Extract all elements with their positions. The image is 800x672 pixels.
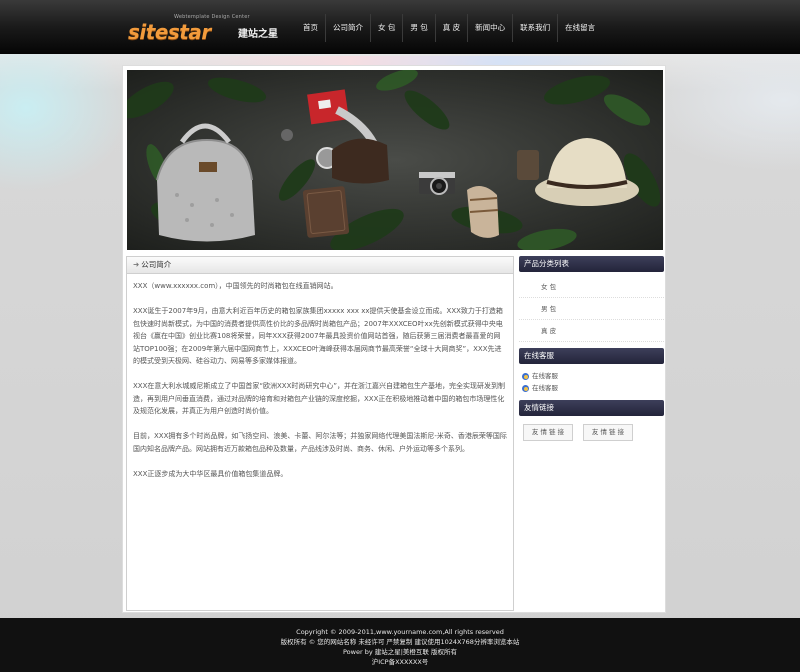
arrow-right-icon: ➜ [133,260,140,269]
sidebar: 产品分类列表 女 包 男 包 真 皮 在线客服 在线客服 在线客服 友情链接 友… [519,256,664,441]
footer-icp: 沪ICP备XXXXXX号 [371,658,429,666]
online-service-list: 在线客服 在线客服 [519,364,664,400]
site-logo[interactable]: Webtemplate Design Center sitestar 建站之星 [128,14,288,44]
footer-rights: 版权所有 © 您的网站名称 未经许可 严禁复制 建议使用1024X768分辨率浏… [280,638,520,646]
online-service-item[interactable]: 在线客服 [521,370,664,382]
company-intro-header: ➜ 公司简介 [127,257,513,274]
main-nav: 首页 公司简介 女 包 男 包 真 皮 新闻中心 联系我们 在线留言 [296,14,602,42]
article-paragraph: XXX诞生于2007年9月，由意大利近百年历史的箱包家族集团xxxxx xxx … [133,307,503,365]
category-item-leather[interactable]: 真 皮 [519,320,664,342]
qq-icon [521,372,530,381]
logo-chinese-name: 建站之星 [238,29,278,40]
company-intro-article: XXX（www.xxxxxx.com），中国领先的时尚箱包在线直销网站。 XXX… [127,274,513,480]
category-item-women-bags[interactable]: 女 包 [519,276,664,298]
product-categories-header: 产品分类列表 [519,256,664,272]
nav-item-news[interactable]: 新闻中心 [467,14,512,42]
article-paragraph: 目前，XXX拥有多个时尚品牌，如飞扬空间、浪美、卡蕾、阿尔法等；并独家网络代理美… [133,432,507,453]
main-container: ➜ 公司简介 XXX（www.xxxxxx.com），中国领先的时尚箱包在线直销网… [122,65,666,613]
article-paragraph: XXX在意大利水城威尼斯成立了中国首家“欧洲XXX时尚研究中心”，并在浙江嘉兴自… [133,382,506,415]
background-glow-left [0,52,130,192]
company-intro-title: 公司简介 [141,260,172,269]
friend-links-list: 友 情 链 接 友 情 链 接 [519,416,664,441]
footer-copyright: Copyright © 2009-2011,www.yourname.com,A… [296,628,504,636]
category-item-men-bags[interactable]: 男 包 [519,298,664,320]
online-service-item[interactable]: 在线客服 [521,382,664,394]
nav-item-leather[interactable]: 真 皮 [434,14,467,42]
site-header: Webtemplate Design Center sitestar 建站之星 … [0,0,800,54]
friend-link-button[interactable]: 友 情 链 接 [583,424,633,441]
nav-item-home[interactable]: 首页 [296,14,325,42]
company-intro-panel: ➜ 公司简介 XXX（www.xxxxxx.com），中国领先的时尚箱包在线直销网… [126,256,514,611]
product-categories-list: 女 包 男 包 真 皮 [519,272,664,348]
banner-illustration [127,70,663,250]
article-paragraph: XXX（www.xxxxxx.com），中国领先的时尚箱包在线直销网站。 [133,282,338,290]
footer-powered-by: Power by 建站之星|美橙互联 版权所有 [342,648,457,656]
site-footer: Copyright © 2009-2011,www.yourname.com,A… [0,618,800,672]
online-service-header: 在线客服 [519,348,664,364]
nav-item-guestbook[interactable]: 在线留言 [557,14,602,42]
nav-item-women-bags[interactable]: 女 包 [370,14,402,42]
banner-image [127,70,663,250]
nav-item-about[interactable]: 公司简介 [325,14,370,42]
friend-link-button[interactable]: 友 情 链 接 [523,424,573,441]
online-service-label: 在线客服 [532,372,558,380]
qq-icon [521,384,530,393]
nav-item-contact[interactable]: 联系我们 [512,14,557,42]
online-service-label: 在线客服 [532,384,558,392]
nav-item-men-bags[interactable]: 男 包 [402,14,434,42]
friend-links-header: 友情链接 [519,400,664,416]
logo-wordmark: sitestar [128,20,211,44]
article-paragraph: XXX正逐步成为大中华区最具价值箱包集道品牌。 [133,469,288,478]
